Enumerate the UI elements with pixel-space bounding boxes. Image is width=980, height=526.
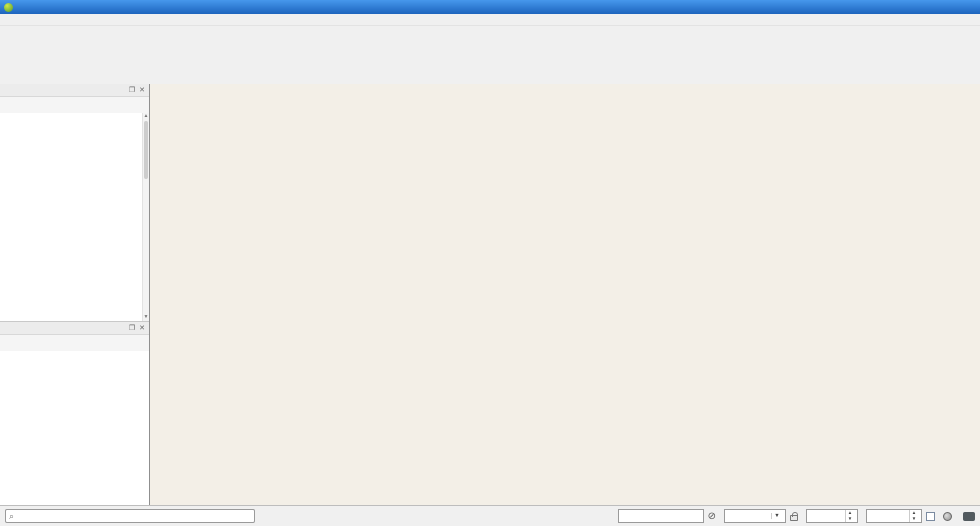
extents-toggle-icon[interactable]: ⊘ [708, 511, 716, 522]
render-checkbox[interactable] [926, 512, 935, 521]
toolbar-row-3 [0, 68, 980, 84]
menu-bar [0, 14, 980, 26]
search-icon: ⌕ [9, 511, 14, 522]
rotation-spinner[interactable]: ▲▼ [866, 509, 922, 523]
browser-panel-header: ❐ ✕ [0, 84, 149, 97]
locator-input[interactable] [17, 511, 251, 521]
locator-box[interactable]: ⌕ [5, 509, 255, 523]
browser-undock-icon[interactable]: ❐ [129, 86, 135, 94]
scroll-thumb[interactable] [144, 121, 148, 179]
chevron-down-icon[interactable]: ▼ [771, 513, 782, 519]
spin-down-icon[interactable]: ▼ [846, 516, 854, 522]
spin-down-icon[interactable]: ▼ [910, 516, 918, 522]
layers-toolbar [0, 335, 149, 351]
toolbar-row-2 [0, 47, 980, 68]
title-bar [0, 0, 980, 14]
lock-scale-icon[interactable] [790, 515, 798, 521]
layers-close-icon[interactable]: ✕ [139, 324, 145, 332]
scale-combo[interactable]: ▼ [724, 509, 786, 523]
layers-undock-icon[interactable]: ❐ [129, 324, 135, 332]
browser-toolbar [0, 97, 149, 113]
coordinate-input[interactable] [618, 509, 704, 523]
messages-icon[interactable] [963, 512, 975, 521]
map-canvas[interactable] [150, 84, 980, 505]
status-bar: ⌕ ⊘ ▼ ▲▼ ▲▼ [0, 505, 980, 526]
magnifier-spinner[interactable]: ▲▼ [806, 509, 858, 523]
layers-panel-header: ❐ ✕ [0, 322, 149, 335]
toolbar-row-1 [0, 26, 980, 47]
crs-globe-icon[interactable] [943, 512, 952, 521]
left-dock: ❐ ✕ ▲ ▼ ❐ ✕ [0, 84, 150, 505]
browser-scrollbar[interactable]: ▲ ▼ [142, 113, 149, 321]
qgis-logo-icon [4, 3, 13, 12]
browser-tree: ▲ ▼ [0, 113, 149, 322]
scroll-down-icon[interactable]: ▼ [143, 314, 149, 320]
layers-list [0, 351, 149, 505]
browser-close-icon[interactable]: ✕ [139, 86, 145, 94]
scroll-up-icon[interactable]: ▲ [143, 113, 149, 119]
